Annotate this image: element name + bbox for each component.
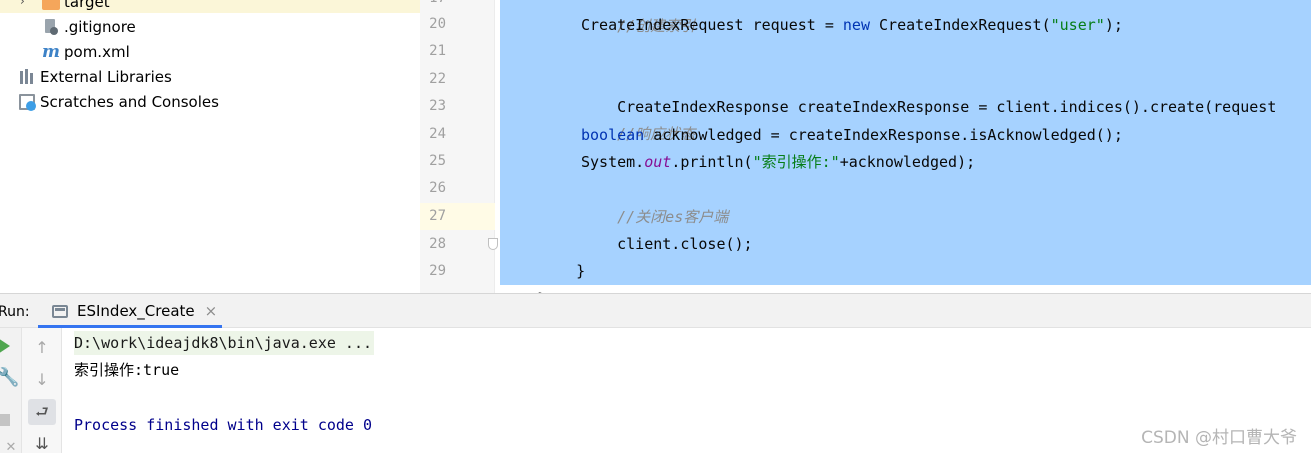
code-line-20: CreateIndexRequest request = new CreateI… [581,16,1123,34]
gitignore-file-icon [42,18,60,36]
rerun-icon[interactable] [0,338,10,354]
code-line-26: //关闭es客户端 [617,208,729,226]
soft-wrap-icon[interactable]: ⮐ [28,399,56,425]
chevron-right-icon[interactable]: › [20,0,30,7]
tree-item-label: External Libraries [40,68,172,86]
chevron-right-icon[interactable]: › [0,96,6,108]
run-actions-toolbar: 🔧 ✕ [0,328,22,453]
line-number: 20 [429,16,446,32]
fold-marker-icon[interactable] [488,238,498,250]
code-line-22: CreateIndexResponse createIndexResponse … [617,98,1277,116]
libraries-icon [18,68,36,86]
tree-item-target[interactable]: › target [20,0,110,14]
line-number: 28 [429,236,446,252]
line-number: 21 [429,43,446,59]
wrench-icon[interactable]: 🔧 [0,368,19,388]
console-exit-line: Process finished with exit code 0 [74,416,373,434]
tab-esindex-create[interactable]: ESIndex_Create × [38,294,222,328]
tree-item-scratches[interactable]: › Scratches and Consoles [0,90,219,114]
watermark: CSDN @村口曹大爷 [1141,428,1297,448]
tree-item-label: pom.xml [64,43,130,61]
line-number: 22 [429,71,446,87]
run-label: Run: [0,304,30,320]
code-line-28: } [576,262,586,280]
code-editor[interactable]: 17 20 21 22 23 24 25 26 27 28 29 //创建索引 … [420,0,1311,308]
scroll-to-end-icon[interactable]: ⇊ [31,434,53,453]
console-toolbar: ↑ ↓ ⮐ ⇊ [22,328,62,453]
tree-item-label: target [64,0,110,11]
line-number: 27 [429,208,446,224]
tree-item-label: Scratches and Consoles [40,93,219,111]
code-line-27: client.close(); [617,235,753,253]
tree-item-label: .gitignore [64,18,136,36]
console-output-line: 索引操作:true [74,361,180,379]
code-line-24: boolean acknowledged = createIndexRespon… [581,126,1123,144]
console-output[interactable]: D:\work\ideajdk8\bin\java.exe ... 索引操作:t… [62,328,1311,453]
stop-icon[interactable] [0,414,10,426]
line-number: 29 [429,263,446,279]
chevron-right-icon[interactable]: › [0,71,6,83]
line-number: 17 [420,0,446,6]
tree-item-gitignore[interactable]: .gitignore [42,15,136,39]
project-tree-panel: › target .gitignore m pom.xml › External… [0,0,420,293]
arrow-up-icon[interactable]: ↑ [31,338,53,358]
maven-icon: m [42,42,60,62]
tab-label: ESIndex_Create [77,302,195,320]
code-line-23: //响应状态 [617,125,696,143]
line-number: 25 [429,153,446,169]
line-number-gutter: 17 20 21 22 23 24 25 26 27 28 29 [420,0,498,293]
console-tab-icon [52,304,68,318]
line-number: 24 [429,126,446,142]
line-number: 26 [429,180,446,196]
console-command-line[interactable]: D:\work\ideajdk8\bin\java.exe ... [74,331,375,355]
close-run-icon[interactable]: ✕ [0,438,22,453]
folder-icon [42,0,60,10]
scratches-icon [18,93,36,111]
code-line-25: System.out.println("索引操作:"+acknowledged)… [581,153,976,171]
run-toolwindow-header: Run: ESIndex_Create × [0,293,1311,328]
close-icon[interactable]: × [205,302,218,320]
line-number: 23 [429,98,446,114]
code-line-29: } [501,259,546,308]
tree-item-external-libraries[interactable]: › External Libraries [0,65,172,89]
arrow-down-icon[interactable]: ↓ [31,370,53,390]
tree-item-pom[interactable]: m pom.xml [42,40,130,64]
